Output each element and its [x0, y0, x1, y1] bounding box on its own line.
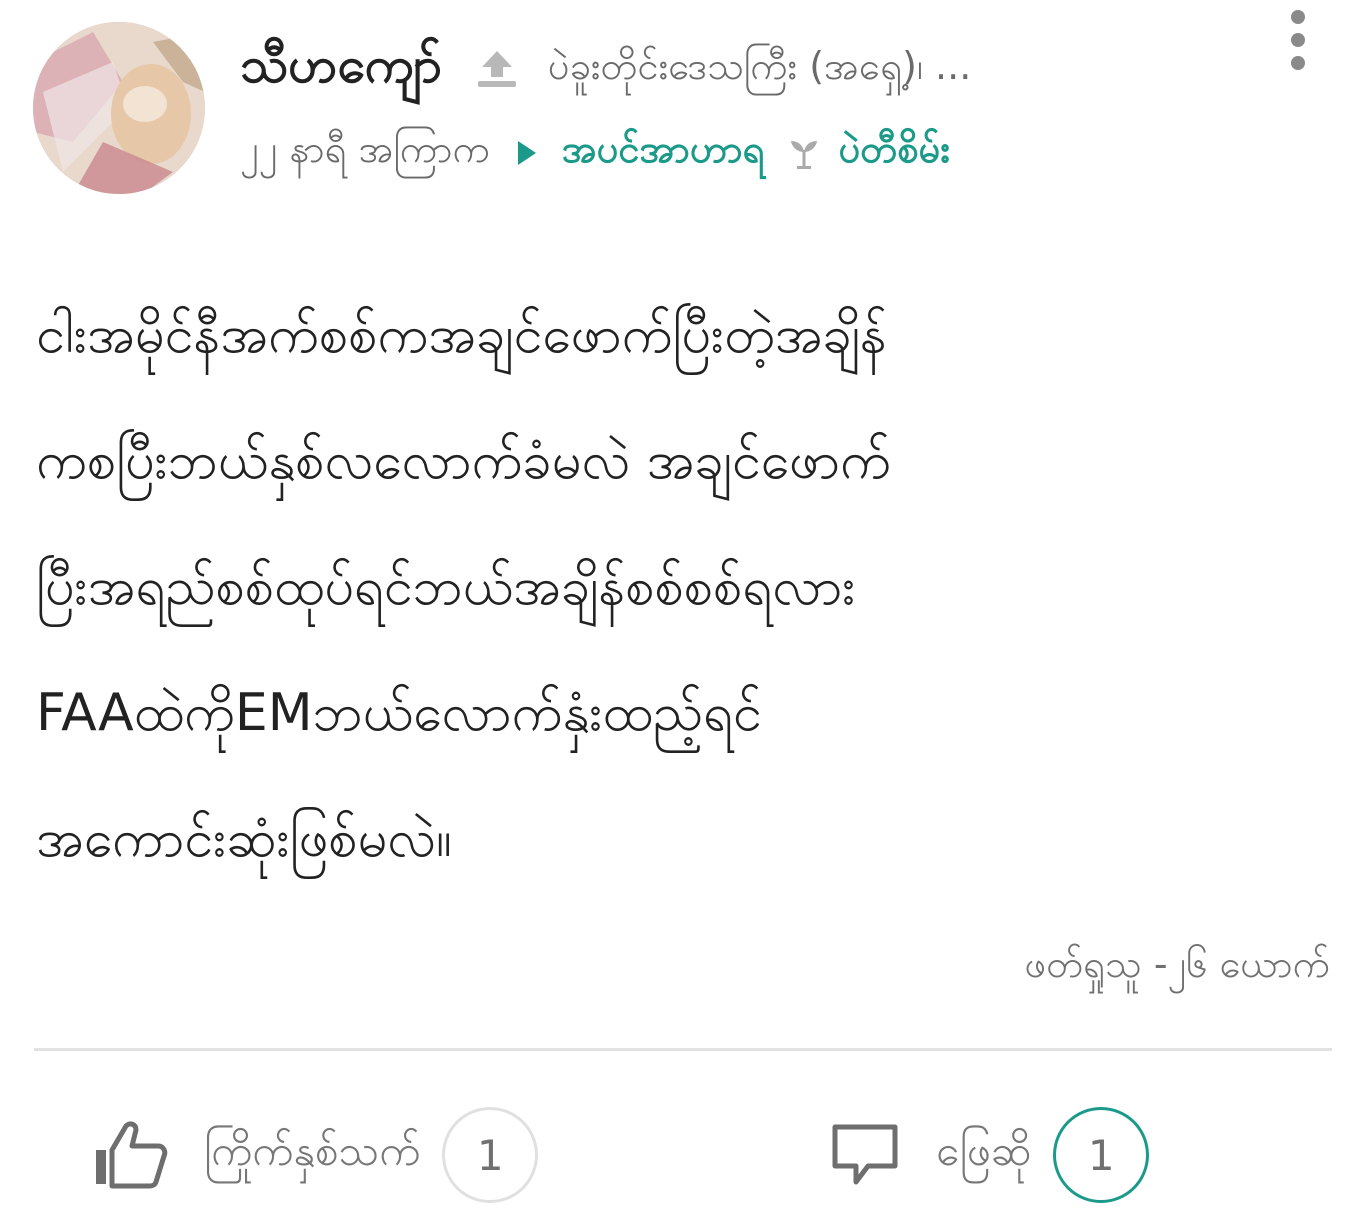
post-time: ၂၂ နာရီ အကြာက	[240, 127, 490, 171]
more-vertical-icon	[1291, 10, 1305, 24]
more-vertical-icon	[1291, 56, 1305, 70]
post-body-line: ကစပြီးဘယ်နှစ်လလောက်ခံမလဲ အချင်ဖောက်	[36, 431, 891, 491]
author-line: သီဟကျော် ပဲခူးတိုင်းဒေသကြီး (အရှေ့)၊ ...	[240, 30, 1250, 110]
more-options-button[interactable]	[1278, 0, 1318, 80]
thumbs-up-icon	[96, 1121, 168, 1189]
like-label: ကြိုက်နှစ်သက်	[204, 1126, 421, 1175]
like-count: 1	[442, 1107, 539, 1203]
play-arrow-icon	[517, 141, 536, 165]
speech-bubble-icon	[832, 1124, 898, 1185]
more-vertical-icon	[1291, 33, 1305, 47]
post-meta: ၂၂ နာရီ အကြာက အပင်အာဟာရ ပဲတီစိမ်း	[240, 118, 1330, 188]
category-link[interactable]: အပင်အာဟာရ	[562, 125, 765, 181]
post-card: သီဟကျော် ပဲခူးတိုင်းဒေသကြီး (အရှေ့)၊ ...…	[0, 0, 1366, 1226]
subcategory-link[interactable]: ပဲတီစိမ်း	[839, 125, 950, 181]
like-button[interactable]: ကြိုက်နှစ်သက် 1	[92, 1100, 539, 1210]
avatar[interactable]	[33, 22, 205, 194]
post-body-line: ငါးအမိုင်နီအက်စစ်ကအချင်ဖောက်ပြီးတဲ့အချိန…	[36, 305, 887, 365]
divider	[34, 1048, 1332, 1051]
avatar-photo	[33, 22, 205, 194]
post-body-line: ပြီးအရည်စစ်ထုပ်ရင်ဘယ်အချိန်စစ်စစ်ရလား	[36, 557, 856, 617]
post-body-line: FAAထဲကိုEMဘယ်လောက်နှံးထည့်ရင်	[36, 683, 762, 743]
post-body-line: အကောင်းဆုံးဖြစ်မလဲ။	[36, 809, 452, 869]
comment-count: 1	[1053, 1107, 1150, 1203]
location: ပဲခူးတိုင်းဒေသကြီး (အရှေ့)၊ ...	[547, 44, 972, 88]
comment-button[interactable]: ဖြေဆို 1	[830, 1100, 1150, 1210]
comment-label: ဖြေဆို	[936, 1126, 1032, 1175]
author-name[interactable]: သီဟကျော်	[240, 34, 442, 107]
post-body: ငါးအမိုင်နီအက်စစ်ကအချင်ဖောက်ပြီးတဲ့အချိန…	[36, 272, 1326, 902]
view-count: ဖတ်ရှုသူ -၂၆ ယောက်	[1024, 942, 1330, 986]
plant-icon	[790, 141, 817, 169]
share-up-icon[interactable]	[472, 45, 522, 95]
